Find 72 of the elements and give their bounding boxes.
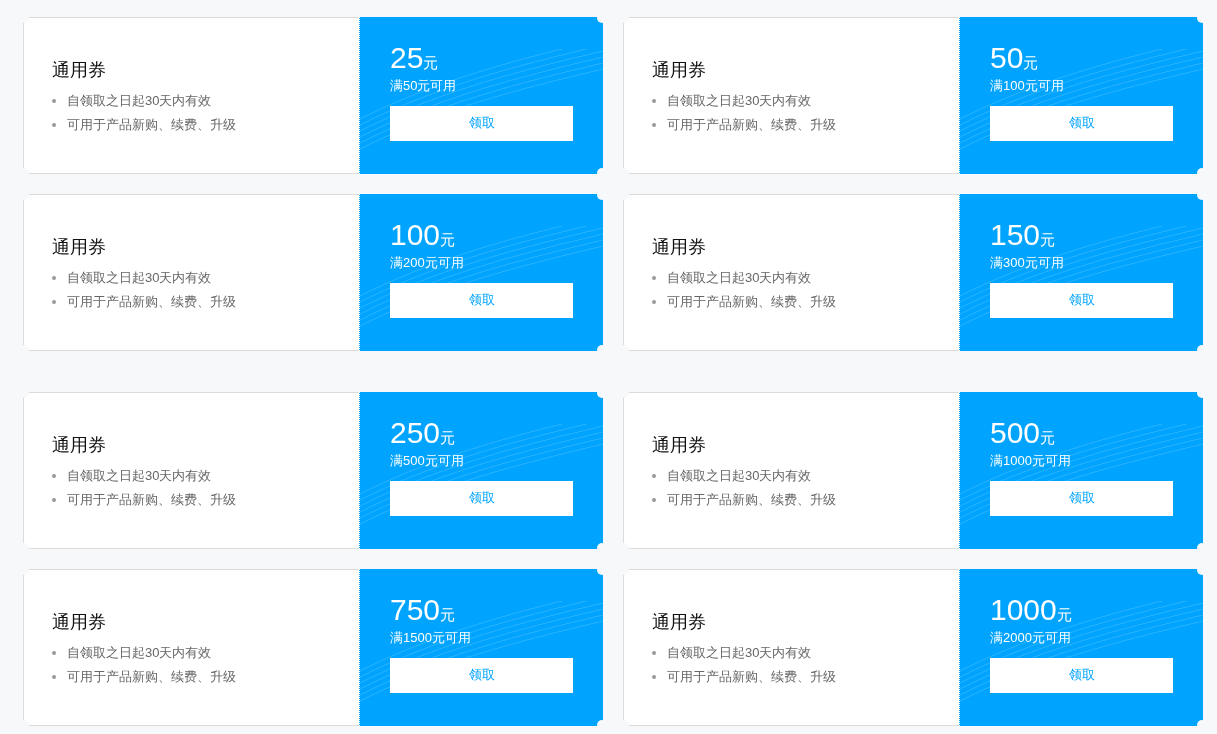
coupon-term: 可用于产品新购、续费、升级 — [67, 116, 236, 135]
coupon-amount: 1000 — [990, 595, 1057, 625]
coupon-amount: 100 — [390, 220, 441, 250]
coupon-term: 可用于产品新购、续费、升级 — [67, 668, 236, 687]
coupon-condition: 满500元可用 — [390, 452, 465, 470]
bullet-icon — [52, 474, 56, 478]
coupon-term: 自领取之日起30天内有效 — [67, 92, 212, 111]
amount-unit: 元 — [1056, 607, 1072, 622]
bullet-icon — [652, 498, 656, 502]
coupon-title: 通用券 — [652, 236, 707, 259]
claim-button[interactable]: 领取 — [990, 657, 1173, 693]
claim-button[interactable]: 领取 — [990, 480, 1173, 516]
coupon-amount: 750 — [390, 595, 441, 625]
bullet-icon — [52, 276, 56, 280]
coupon-title: 通用券 — [52, 236, 107, 259]
coupon-amount: 150 — [990, 220, 1041, 250]
coupon-title: 通用券 — [652, 434, 707, 457]
coupon-title: 通用券 — [52, 611, 107, 634]
coupon-term: 自领取之日起30天内有效 — [667, 269, 812, 288]
bullet-icon — [52, 300, 56, 304]
bullet-icon — [652, 474, 656, 478]
coupon-term: 自领取之日起30天内有效 — [667, 644, 812, 663]
coupon-term: 自领取之日起30天内有效 — [67, 644, 212, 663]
coupon-term: 可用于产品新购、续费、升级 — [67, 293, 236, 312]
bullet-icon — [652, 300, 656, 304]
bullet-icon — [652, 276, 656, 280]
coupon-title: 通用券 — [52, 434, 107, 457]
coupon-term: 自领取之日起30天内有效 — [667, 467, 812, 486]
coupon-title: 通用券 — [652, 611, 707, 634]
coupon-term: 可用于产品新购、续费、升级 — [667, 116, 836, 135]
coupon-condition: 满300元可用 — [990, 254, 1065, 272]
amount-unit: 元 — [1040, 232, 1056, 247]
coupon-amount: 25 — [390, 43, 424, 73]
bullet-icon — [652, 675, 656, 679]
amount-unit: 元 — [440, 232, 456, 247]
claim-button[interactable]: 领取 — [990, 105, 1173, 141]
claim-button[interactable]: 领取 — [390, 282, 573, 318]
coupon-condition: 满200元可用 — [390, 254, 465, 272]
bullet-icon — [52, 123, 56, 127]
bullet-icon — [52, 651, 56, 655]
coupon-condition: 满1500元可用 — [390, 629, 472, 647]
bullet-icon — [52, 99, 56, 103]
bullet-icon — [652, 123, 656, 127]
amount-unit: 元 — [440, 430, 456, 445]
coupon-amount: 50 — [990, 43, 1024, 73]
claim-button[interactable]: 领取 — [390, 480, 573, 516]
coupon-term: 可用于产品新购、续费、升级 — [67, 491, 236, 510]
coupon-term: 自领取之日起30天内有效 — [67, 467, 212, 486]
coupon-term: 自领取之日起30天内有效 — [667, 92, 812, 111]
amount-unit: 元 — [1023, 55, 1039, 70]
coupon-amount: 250 — [390, 418, 441, 448]
coupon-term: 可用于产品新购、续费、升级 — [667, 668, 836, 687]
coupon-condition: 满1000元可用 — [990, 452, 1072, 470]
claim-button[interactable]: 领取 — [390, 657, 573, 693]
bullet-icon — [652, 651, 656, 655]
amount-unit: 元 — [1040, 430, 1056, 445]
coupon-term: 自领取之日起30天内有效 — [67, 269, 212, 288]
bullet-icon — [52, 675, 56, 679]
amount-unit: 元 — [440, 607, 456, 622]
bullet-icon — [652, 99, 656, 103]
coupon-term: 可用于产品新购、续费、升级 — [667, 293, 836, 312]
coupon-title: 通用券 — [52, 59, 107, 82]
coupon-condition: 满100元可用 — [990, 77, 1065, 95]
coupon-title: 通用券 — [652, 59, 707, 82]
claim-button[interactable]: 领取 — [990, 282, 1173, 318]
amount-unit: 元 — [423, 55, 439, 70]
bullet-icon — [52, 498, 56, 502]
coupon-amount: 500 — [990, 418, 1041, 448]
claim-button[interactable]: 领取 — [390, 105, 573, 141]
coupon-condition: 满50元可用 — [390, 77, 458, 95]
coupon-condition: 满2000元可用 — [990, 629, 1072, 647]
coupon-term: 可用于产品新购、续费、升级 — [667, 491, 836, 510]
